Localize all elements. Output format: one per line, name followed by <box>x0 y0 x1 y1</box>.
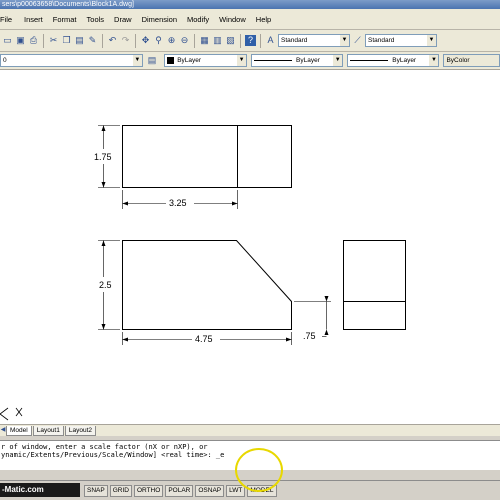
toolbar-separator <box>194 33 195 48</box>
color-select[interactable]: ByLayer ▼ <box>164 54 248 67</box>
menu-format[interactable]: Format <box>48 15 82 24</box>
linetype-value: ByLayer <box>296 57 320 64</box>
dim-style-value: Standard <box>368 37 395 44</box>
chevron-down-icon: ▼ <box>427 35 436 46</box>
toolbar-separator <box>260 33 261 48</box>
lineweight-sample <box>350 60 389 61</box>
dim-label-bottom-width: 4.75 <box>195 334 213 344</box>
pan-icon[interactable]: ✥ <box>140 35 151 46</box>
zoom-window-icon[interactable]: ⊕ <box>166 35 177 46</box>
ucs-icon <box>0 407 23 421</box>
top-view-outline[interactable] <box>122 125 292 188</box>
plot-icon[interactable]: ⎙ <box>28 35 39 46</box>
dim-style-icon: ⟋ <box>354 35 361 45</box>
layer-value: 0 <box>3 57 7 64</box>
status-snap[interactable]: SNAP <box>84 484 108 497</box>
menu-insert[interactable]: Insert <box>19 15 48 24</box>
tab-layout1[interactable]: Layout1 <box>32 425 64 436</box>
chevron-down-icon: ▼ <box>333 55 343 66</box>
menu-file[interactable]: File <box>0 15 19 24</box>
color-value: ByLayer <box>177 57 202 64</box>
copy-icon[interactable]: ❐ <box>61 35 72 46</box>
dimension-lines <box>98 125 331 345</box>
dim-label-top-width: 3.25 <box>169 198 187 208</box>
properties-toolbar: 0 ▼ ▤ ByLayer ▼ ByLayer ▼ ByLayer ▼ ByCo… <box>0 52 500 70</box>
menu-tools[interactable]: Tools <box>82 15 110 24</box>
linetype-sample <box>254 60 293 61</box>
tool-palettes-icon[interactable]: ▧ <box>225 35 236 46</box>
toolbar-separator <box>43 33 44 48</box>
menu-modify[interactable]: Modify <box>182 15 214 24</box>
open-icon[interactable]: ▭ <box>2 35 13 46</box>
side-view-outline[interactable] <box>343 240 406 330</box>
undo-icon[interactable]: ↶ <box>107 35 118 46</box>
dim-label-top-height: 1.75 <box>94 152 112 162</box>
menu-window[interactable]: Window <box>214 15 251 24</box>
cut-icon[interactable]: ✂ <box>48 35 59 46</box>
window-title: sers\p00063658\Documents\Block1A.dwg] <box>0 0 500 9</box>
layer-select[interactable]: 0 ▼ <box>0 54 143 67</box>
menu-draw[interactable]: Draw <box>109 15 137 24</box>
paste-icon[interactable]: ▤ <box>74 35 85 46</box>
toolbar-separator <box>240 33 241 48</box>
zoom-previous-icon[interactable]: ⊖ <box>179 35 190 46</box>
properties-icon[interactable]: ▦ <box>199 35 210 46</box>
chevron-down-icon: ▼ <box>340 35 349 46</box>
toolbar-separator <box>135 33 136 48</box>
color-swatch <box>167 57 175 64</box>
drawing-canvas[interactable]: 1.75 3.25 2.5 4.75 .75 <box>0 70 500 424</box>
lineweight-value: ByLayer <box>392 57 417 64</box>
status-osnap[interactable]: OSNAP <box>195 484 225 497</box>
help-icon[interactable]: ? <box>245 35 256 46</box>
lineweight-select[interactable]: ByLayer ▼ <box>347 54 440 67</box>
dim-label-bottom-height: 2.5 <box>99 280 112 290</box>
front-view-outline[interactable] <box>122 240 292 330</box>
zoom-realtime-icon[interactable]: ⚲ <box>153 35 164 46</box>
tab-model[interactable]: Model <box>6 425 32 436</box>
standard-toolbar: ▭ ▣ ⎙ ✂ ❐ ▤ ✎ ↶ ↷ ✥ ⚲ ⊕ ⊖ ▦ ▥ ▧ ? A Stan… <box>0 30 500 52</box>
text-style-icon: A <box>267 35 274 45</box>
plotstyle-select[interactable]: ByColor <box>443 54 500 67</box>
drawing-area[interactable]: 1.75 3.25 2.5 4.75 .75 <box>0 70 500 424</box>
status-grid[interactable]: GRID <box>109 484 132 497</box>
chevron-down-icon: ▼ <box>237 55 247 66</box>
chevron-down-icon: ▼ <box>132 55 142 66</box>
dim-label-step: .75 <box>303 331 316 341</box>
text-style-value: Standard <box>281 37 308 44</box>
dimension-arrows <box>101 125 329 342</box>
status-ortho[interactable]: ORTHO <box>133 484 164 497</box>
design-center-icon[interactable]: ▥ <box>212 35 223 46</box>
tab-layout2[interactable]: Layout2 <box>64 425 96 436</box>
menu-dimension[interactable]: Dimension <box>137 15 182 24</box>
dim-style-select[interactable]: Standard ▼ <box>365 34 437 47</box>
text-style-select[interactable]: Standard ▼ <box>278 34 350 47</box>
layout-tabs: ◀ Model Layout1 Layout2 <box>0 424 500 436</box>
highlight-circle <box>235 448 283 492</box>
menu-help[interactable]: Help <box>251 15 276 24</box>
make-current-layer-icon[interactable]: ▤ <box>147 55 157 66</box>
plotstyle-value: ByColor <box>446 57 470 64</box>
chevron-down-icon: ▼ <box>429 55 439 66</box>
linetype-select[interactable]: ByLayer ▼ <box>251 54 344 67</box>
status-polar[interactable]: POLAR <box>165 484 194 497</box>
toolbar-separator <box>102 33 103 48</box>
save-icon[interactable]: ▣ <box>15 35 26 46</box>
redo-icon[interactable]: ↷ <box>120 35 131 46</box>
watermark-logo: -Matic.com <box>0 483 80 497</box>
menu-bar: File Insert Format Tools Draw Dimension … <box>0 9 500 30</box>
match-properties-icon[interactable]: ✎ <box>87 35 98 46</box>
